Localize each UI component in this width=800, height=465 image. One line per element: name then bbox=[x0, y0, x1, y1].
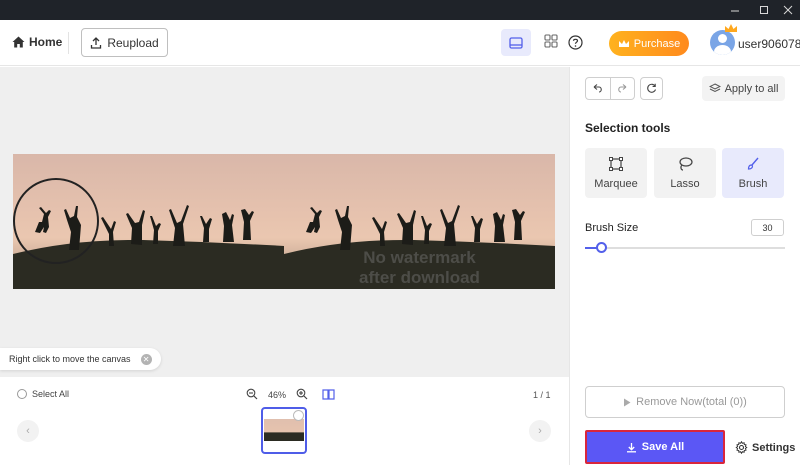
settings-button[interactable]: Settings bbox=[735, 441, 795, 454]
canvas-hint-tooltip: Right click to move the canvas ✕ bbox=[0, 348, 161, 370]
reupload-label: Reupload bbox=[107, 35, 159, 50]
zoom-in-icon[interactable] bbox=[296, 388, 308, 400]
username[interactable]: user906078 bbox=[738, 37, 800, 51]
close-button[interactable] bbox=[775, 0, 800, 20]
close-icon bbox=[783, 5, 793, 15]
apply-to-all-button[interactable]: Apply to all bbox=[702, 76, 785, 101]
thumbnail-image bbox=[264, 419, 304, 441]
purchase-label: Purchase bbox=[633, 37, 681, 50]
app-header: Home Reupload Purchase user906078 bbox=[0, 20, 800, 66]
crown-icon bbox=[618, 39, 629, 47]
slider-handle[interactable] bbox=[596, 242, 607, 253]
redo-button[interactable] bbox=[611, 78, 635, 99]
tools-panel: Apply to all Selection tools Marquee Las… bbox=[569, 67, 800, 465]
save-all-label: Save All bbox=[641, 441, 685, 453]
single-view-icon bbox=[509, 36, 523, 49]
help-button[interactable] bbox=[568, 35, 583, 53]
thumbnail-select-icon[interactable] bbox=[293, 410, 304, 421]
window-title-bar bbox=[0, 0, 800, 20]
home-button[interactable]: Home bbox=[12, 35, 62, 49]
watermark-text-line2: after download bbox=[359, 268, 480, 287]
hint-text: Right click to move the canvas bbox=[9, 354, 131, 364]
download-icon bbox=[626, 442, 636, 452]
redo-icon bbox=[618, 84, 627, 93]
tool-marquee[interactable]: Marquee bbox=[585, 148, 647, 198]
hint-close-icon[interactable]: ✕ bbox=[140, 353, 152, 365]
play-icon bbox=[624, 398, 631, 406]
undo-button[interactable] bbox=[586, 78, 611, 99]
original-image[interactable] bbox=[13, 154, 284, 289]
grid-view-icon bbox=[544, 34, 558, 48]
brush-size-slider[interactable] bbox=[585, 242, 785, 253]
page-count: 1 / 1 bbox=[533, 390, 551, 400]
reupload-button[interactable]: Reupload bbox=[81, 28, 168, 57]
chevron-left-icon: ‹ bbox=[26, 425, 30, 437]
undo-redo-group bbox=[585, 77, 635, 100]
remove-now-label: Remove Now(total (0)) bbox=[636, 396, 747, 408]
home-icon bbox=[12, 36, 25, 48]
refresh-icon bbox=[647, 83, 657, 93]
compare-view-icon[interactable] bbox=[322, 388, 335, 400]
undo-icon bbox=[593, 84, 602, 93]
canvas-area[interactable]: No watermark after download Right click … bbox=[0, 67, 569, 377]
reset-button[interactable] bbox=[640, 77, 663, 100]
tool-lasso-label: Lasso bbox=[670, 178, 700, 190]
save-all-button[interactable]: Save All bbox=[585, 430, 725, 464]
layers-icon bbox=[708, 83, 721, 93]
grid-view-button[interactable] bbox=[544, 34, 558, 51]
header-divider bbox=[68, 32, 69, 54]
brush-cursor-circle bbox=[13, 178, 99, 264]
apply-to-all-label: Apply to all bbox=[724, 82, 779, 95]
home-label: Home bbox=[29, 35, 63, 49]
settings-label: Settings bbox=[752, 441, 796, 454]
help-icon bbox=[568, 35, 583, 50]
selection-tools-heading: Selection tools bbox=[585, 121, 671, 135]
marquee-icon bbox=[609, 157, 623, 171]
brush-size-label: Brush Size bbox=[585, 222, 639, 234]
thumbnail-strip: Select All 46% 1 / 1 ‹ › bbox=[0, 377, 569, 465]
select-all-checkbox[interactable]: Select All bbox=[17, 389, 69, 399]
maximize-button[interactable] bbox=[751, 0, 777, 20]
image-thumbnail[interactable] bbox=[261, 407, 307, 454]
upload-icon bbox=[91, 36, 102, 49]
zoom-level: 46% bbox=[268, 390, 287, 400]
preview-image[interactable]: No watermark after download bbox=[284, 154, 555, 289]
minimize-icon bbox=[731, 10, 739, 12]
chevron-right-icon: › bbox=[538, 425, 542, 437]
zoom-out-icon[interactable] bbox=[246, 388, 258, 400]
remove-now-button[interactable]: Remove Now(total (0)) bbox=[585, 386, 785, 418]
gear-icon bbox=[735, 441, 748, 454]
tool-brush-label: Brush bbox=[738, 178, 768, 190]
tool-lasso[interactable]: Lasso bbox=[654, 148, 716, 198]
brush-icon bbox=[747, 157, 759, 170]
single-view-button[interactable] bbox=[501, 29, 531, 56]
maximize-icon bbox=[760, 6, 768, 14]
next-image-button[interactable]: › bbox=[529, 420, 551, 442]
lasso-icon bbox=[679, 157, 693, 171]
purchase-button[interactable]: Purchase bbox=[609, 31, 689, 56]
select-all-label: Select All bbox=[32, 389, 70, 399]
select-all-radio-icon bbox=[17, 389, 27, 399]
tool-marquee-label: Marquee bbox=[594, 178, 638, 190]
prev-image-button[interactable]: ‹ bbox=[17, 420, 39, 442]
watermark-text-line1: No watermark bbox=[363, 248, 476, 267]
minimize-button[interactable] bbox=[722, 0, 748, 20]
brush-size-input[interactable]: 30 bbox=[751, 219, 784, 236]
tool-brush[interactable]: Brush bbox=[722, 148, 784, 198]
vip-crown-icon bbox=[725, 24, 737, 32]
